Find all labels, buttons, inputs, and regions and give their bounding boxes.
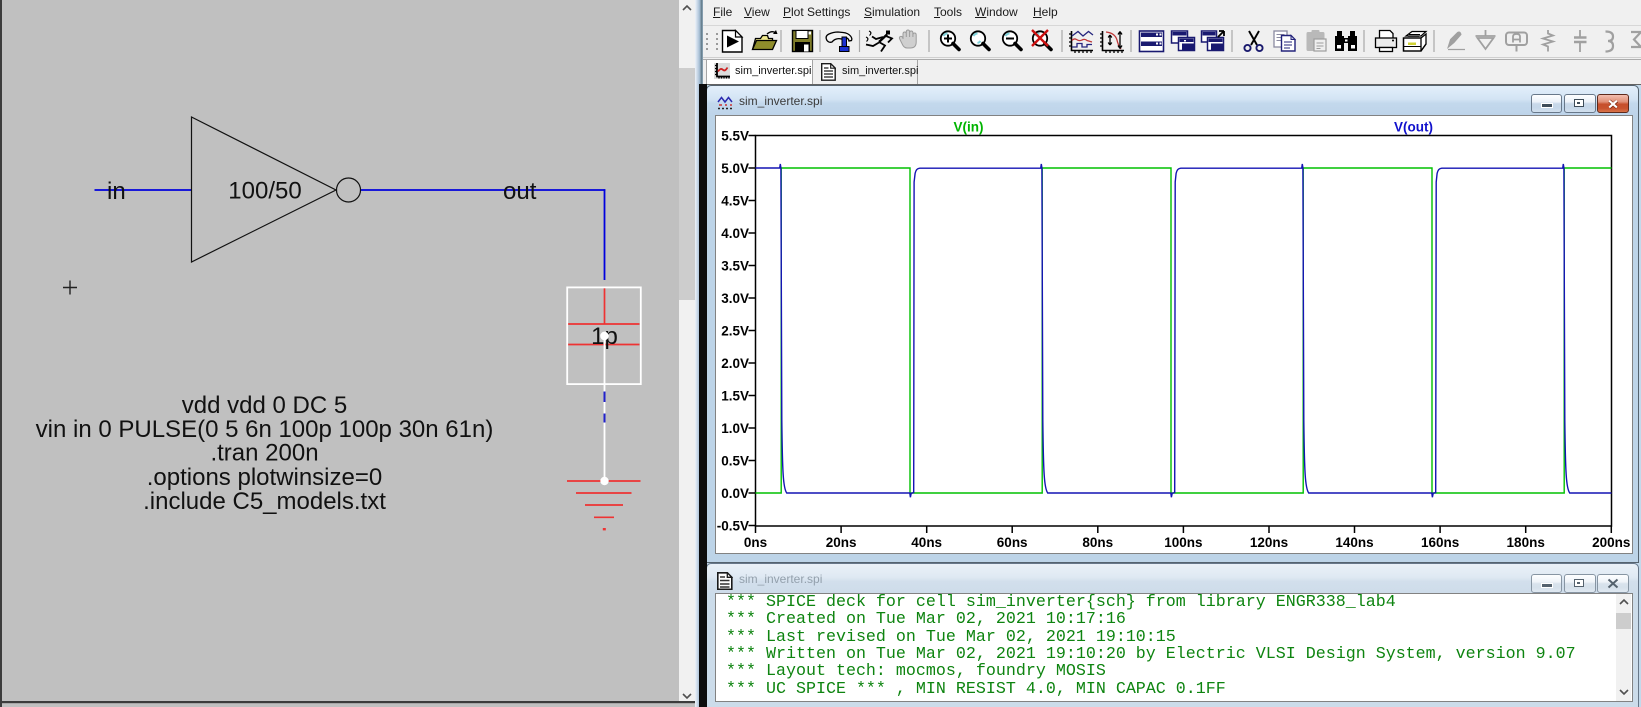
svg-text:vdd vdd 0 DC 5: vdd vdd 0 DC 5 xyxy=(182,392,347,419)
svg-text:40ns: 40ns xyxy=(911,535,942,550)
svg-text:1.5V: 1.5V xyxy=(721,389,749,404)
svg-text:120ns: 120ns xyxy=(1250,535,1288,550)
svg-text:V(out): V(out) xyxy=(1394,120,1433,135)
svg-text:.include C5_models.txt: .include C5_models.txt xyxy=(143,488,386,515)
svg-text:180ns: 180ns xyxy=(1507,535,1545,550)
svg-text:3.0V: 3.0V xyxy=(721,291,749,306)
svg-text:.tran 200n: .tran 200n xyxy=(210,440,318,467)
svg-text:.options plotwinsize=0: .options plotwinsize=0 xyxy=(147,464,382,491)
svg-text:3.5V: 3.5V xyxy=(721,259,749,274)
svg-text:100ns: 100ns xyxy=(1164,535,1202,550)
svg-text:1.0V: 1.0V xyxy=(721,421,749,436)
svg-text:2.0V: 2.0V xyxy=(721,356,749,371)
svg-text:20ns: 20ns xyxy=(826,535,857,550)
svg-text:2.5V: 2.5V xyxy=(721,324,749,339)
svg-text:V(in): V(in) xyxy=(954,120,984,135)
svg-text:0ns: 0ns xyxy=(744,535,767,550)
svg-text:200ns: 200ns xyxy=(1592,535,1630,550)
svg-text:100/50: 100/50 xyxy=(228,178,301,205)
svg-text:160ns: 160ns xyxy=(1421,535,1459,550)
svg-text:60ns: 60ns xyxy=(997,535,1028,550)
svg-text:in: in xyxy=(107,178,126,205)
svg-text:4.0V: 4.0V xyxy=(721,226,749,241)
svg-text:140ns: 140ns xyxy=(1335,535,1373,550)
svg-text:5.5V: 5.5V xyxy=(721,129,749,144)
svg-text:5.0V: 5.0V xyxy=(721,161,749,176)
svg-text:4.5V: 4.5V xyxy=(721,194,749,209)
svg-text:0.5V: 0.5V xyxy=(721,454,749,469)
svg-text:-0.5V: -0.5V xyxy=(717,519,749,534)
svg-text:0.0V: 0.0V xyxy=(721,486,749,501)
svg-text:out: out xyxy=(503,178,537,205)
svg-text:80ns: 80ns xyxy=(1082,535,1113,550)
